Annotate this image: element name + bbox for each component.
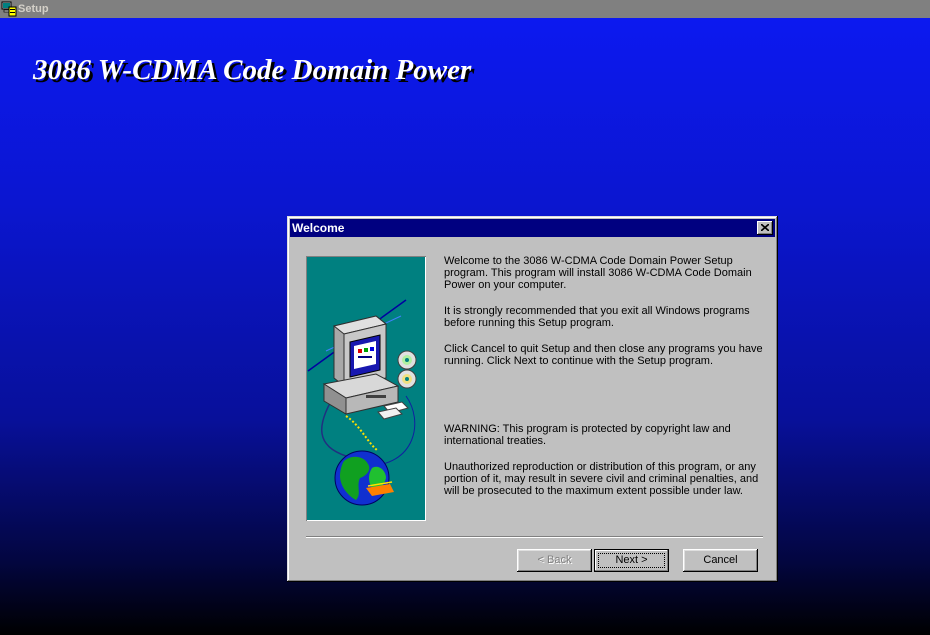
back-button[interactable]: < Back <box>517 549 592 572</box>
instructions-paragraph: Click Cancel to quit Setup and then clos… <box>444 343 763 367</box>
close-button[interactable] <box>757 221 773 235</box>
copyright-warning-paragraph: WARNING: This program is protected by co… <box>444 423 731 447</box>
next-button-label: Next > <box>615 554 648 566</box>
setup-icon <box>1 1 17 17</box>
setup-window: Setup 3086 W-CDMA Code Domain Power Welc… <box>0 0 930 635</box>
welcome-paragraph: Welcome to the 3086 W-CDMA Code Domain P… <box>444 255 752 291</box>
next-button[interactable]: Next > <box>594 549 669 572</box>
cancel-button[interactable]: Cancel <box>683 549 758 572</box>
dialog-title-bar[interactable]: Welcome <box>290 219 775 237</box>
welcome-dialog: Welcome Welcome to the 3086 W-CDMA Code … <box>287 216 778 582</box>
legal-paragraph: Unauthorized reproduction or distributio… <box>444 461 759 497</box>
button-separator <box>306 536 763 538</box>
exit-programs-paragraph: It is strongly recommended that you exit… <box>444 305 750 329</box>
dialog-title: Welcome <box>292 221 345 235</box>
close-icon <box>761 224 769 231</box>
computer-cd-globe-illustration <box>306 256 426 521</box>
back-button-label: < Back <box>537 554 572 566</box>
window-title: Setup <box>18 3 49 15</box>
product-title: 3086 W-CDMA Code Domain Power <box>33 54 472 86</box>
cancel-button-label: Cancel <box>703 554 738 566</box>
window-title-bar[interactable]: Setup <box>0 0 930 18</box>
